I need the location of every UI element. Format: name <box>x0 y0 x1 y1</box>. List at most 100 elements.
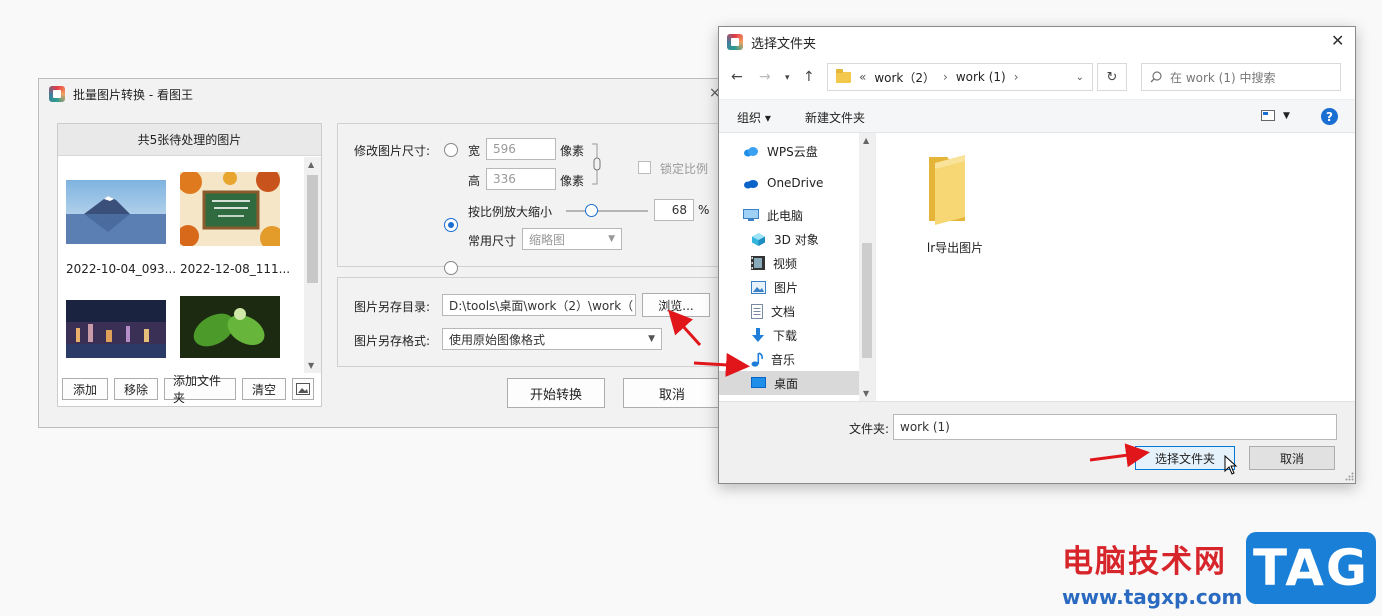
cancel-button[interactable]: 取消 <box>623 378 721 408</box>
watermark-badge-text: TAG <box>1253 539 1369 597</box>
thumbnail-item[interactable] <box>66 180 166 247</box>
resize-grip-icon[interactable] <box>1345 472 1354 481</box>
breadcrumb-separator[interactable]: › <box>1014 70 1019 84</box>
desktop-icon <box>751 377 766 388</box>
select-folder-button[interactable]: 选择文件夹 <box>1135 446 1235 470</box>
new-folder-button[interactable]: 新建文件夹 <box>805 109 865 126</box>
remove-button[interactable]: 移除 <box>114 378 158 400</box>
folder-large-icon <box>929 155 965 225</box>
height-unit: 像素 <box>560 174 585 188</box>
search-icon <box>1150 71 1162 83</box>
nav-item-music[interactable]: 音乐 <box>719 347 859 371</box>
address-bar[interactable]: « work（2） › work (1) › ⌄ <box>827 63 1093 91</box>
scroll-down-icon[interactable]: ▼ <box>308 361 314 370</box>
close-icon[interactable]: ✕ <box>1331 31 1344 50</box>
music-icon <box>751 351 763 367</box>
folder-item-label: lr导出图片 <box>926 241 984 255</box>
folder-icon <box>836 68 851 83</box>
document-icon <box>751 303 763 319</box>
app-logo-icon <box>727 34 743 50</box>
thumbnail-caption: 2022-10-04_093... <box>66 262 177 276</box>
add-button[interactable]: 添加 <box>62 378 108 400</box>
scale-input[interactable]: 68 <box>654 199 694 221</box>
watermark-url: www.tagxp.com <box>1062 585 1243 609</box>
scroll-up-icon[interactable]: ▲ <box>863 136 869 145</box>
thumbnail-caption: 2022-12-08_111... <box>180 262 291 276</box>
refresh-button[interactable]: ↻ <box>1097 63 1127 91</box>
view-options-button[interactable]: ▼ <box>1261 110 1290 121</box>
nav-item-label: OneDrive <box>767 176 824 190</box>
save-format-select[interactable]: 使用原始图像格式 ▼ <box>442 328 662 350</box>
scale-slider[interactable] <box>566 204 648 217</box>
nav-item-onedrive[interactable]: OneDrive <box>719 171 859 195</box>
preset-size-radio[interactable] <box>444 261 458 275</box>
folder-name-input[interactable]: work (1) <box>893 414 1337 440</box>
chevron-down-icon[interactable]: ⌄ <box>1076 72 1084 83</box>
folder-content-pane: lr导出图片 <box>875 133 1355 401</box>
thumbnail-item[interactable] <box>180 296 280 361</box>
back-arrow-icon[interactable]: ← <box>731 69 743 85</box>
preset-label: 常用尺寸 <box>468 234 517 248</box>
scroll-thumb[interactable] <box>862 243 872 358</box>
thumbnail-panel: 共5张待处理的图片 2022-10-04_093... 2022-12-08_1… <box>57 123 322 407</box>
up-arrow-icon[interactable]: ↑ <box>803 69 815 85</box>
browse-button[interactable]: 浏览... <box>642 293 710 317</box>
nav-item-label: 桌面 <box>774 376 799 391</box>
nav-item-wps-cloud[interactable]: WPS云盘 <box>719 139 859 163</box>
nav-item-pictures[interactable]: 图片 <box>719 275 859 299</box>
thumbnail-item[interactable] <box>177 168 284 250</box>
image-icon <box>296 383 310 395</box>
dialog-titlebar: 选择文件夹 <box>727 32 816 52</box>
slider-handle[interactable] <box>584 204 598 217</box>
recent-chevron-icon[interactable]: ▾ <box>785 73 790 83</box>
watermark-text: 电脑技术网 <box>1062 544 1227 580</box>
computer-icon <box>743 208 759 221</box>
resize-by-size-radio[interactable] <box>444 143 458 157</box>
folder-item[interactable]: lr导出图片 <box>910 151 1000 256</box>
nav-item-desktop[interactable]: 桌面 <box>719 371 859 395</box>
nav-item-3d-objects[interactable]: 3D 对象 <box>719 227 859 251</box>
thumbnail-image <box>66 300 166 358</box>
nav-item-videos[interactable]: 视频 <box>719 251 859 275</box>
height-input[interactable]: 336 <box>486 168 556 190</box>
navigation-scrollbar[interactable]: ▲ ▼ <box>859 133 875 401</box>
save-format-value: 使用原始图像格式 <box>449 332 546 347</box>
breadcrumb-item[interactable]: work (1) <box>956 70 1006 84</box>
scroll-up-icon[interactable]: ▲ <box>308 160 314 169</box>
image-view-button[interactable] <box>292 378 314 400</box>
breadcrumb-item[interactable]: work（2） <box>874 69 935 86</box>
video-icon <box>751 256 765 270</box>
breadcrumb-overflow[interactable]: « <box>859 70 866 84</box>
link-icon[interactable] <box>590 142 604 186</box>
clear-button[interactable]: 清空 <box>242 378 286 400</box>
search-input[interactable]: 在 work (1) 中搜索 <box>1141 63 1341 91</box>
folder-field-label: 文件夹: <box>849 422 890 436</box>
help-icon[interactable]: ? <box>1321 108 1338 125</box>
app-logo-icon <box>49 86 65 102</box>
add-folder-button[interactable]: 添加文件夹 <box>164 374 236 405</box>
chevron-down-icon: ▼ <box>1283 110 1290 121</box>
breadcrumb-separator[interactable]: › <box>943 70 948 84</box>
dialog-cancel-button[interactable]: 取消 <box>1249 446 1335 470</box>
nav-item-this-pc[interactable]: 此电脑 <box>719 203 859 227</box>
scroll-down-icon[interactable]: ▼ <box>863 389 869 398</box>
save-dir-input[interactable]: D:\tools\桌面\work（2）\work（ <box>442 294 636 316</box>
thumbnail-scrollbar[interactable]: ▲ ▼ <box>304 157 321 373</box>
width-input[interactable]: 596 <box>486 138 556 160</box>
width-unit: 像素 <box>560 144 585 158</box>
nav-item-label: 文档 <box>771 304 796 319</box>
thumbnail-image <box>180 296 280 358</box>
organize-menu[interactable]: 组织 ▾ <box>737 109 771 126</box>
download-icon <box>752 327 764 342</box>
scroll-thumb[interactable] <box>307 175 318 283</box>
preset-select[interactable]: 缩略图 ▼ <box>522 228 622 250</box>
view-icon <box>1261 110 1275 121</box>
forward-arrow-icon[interactable]: → <box>759 69 771 85</box>
nav-item-downloads[interactable]: 下载 <box>719 323 859 347</box>
lock-ratio-checkbox[interactable] <box>638 161 651 174</box>
nav-item-label: 视频 <box>773 256 798 271</box>
resize-by-scale-radio[interactable] <box>444 218 458 232</box>
nav-item-documents[interactable]: 文档 <box>719 299 859 323</box>
thumbnail-item[interactable] <box>66 300 166 361</box>
start-convert-button[interactable]: 开始转换 <box>507 378 605 408</box>
